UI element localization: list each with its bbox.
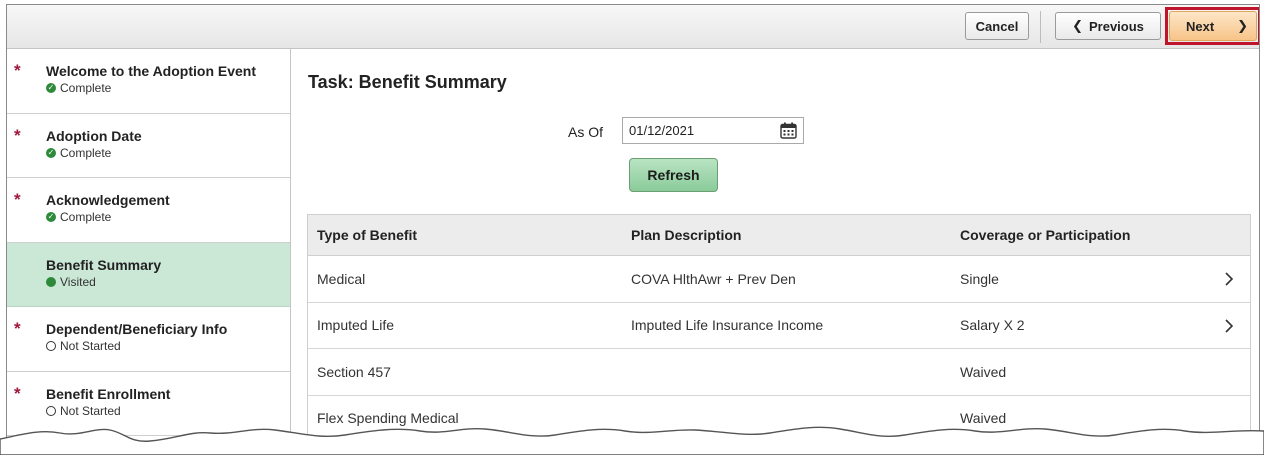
required-icon: *	[14, 61, 21, 80]
check-circle-icon: ✓	[46, 147, 56, 158]
step-status-label: Visited	[60, 274, 96, 289]
table-row[interactable]: Medical COVA HlthAwr + Prev Den Single	[308, 256, 1250, 303]
refresh-button[interactable]: Refresh	[629, 158, 718, 192]
top-toolbar: Cancel ❮ Previous Next ❯	[7, 5, 1259, 49]
application-window: Cancel ❮ Previous Next ❯ * Welcome to th…	[6, 4, 1260, 455]
activity-guide-sidebar: * Welcome to the Adoption Event ✓ Comple…	[7, 49, 291, 455]
step-title: Welcome to the Adoption Event	[46, 63, 257, 79]
step-title: Benefit Summary	[46, 256, 162, 273]
step-status: Visited	[46, 275, 282, 289]
step-status: Not Started	[46, 404, 282, 418]
as-of-date-value: 01/12/2021	[629, 123, 695, 138]
step-title: Benefit Enrollment	[46, 385, 171, 402]
check-circle-icon: ✓	[46, 83, 56, 93]
step-status: ✓ Complete	[46, 210, 282, 224]
step-status-label: Not Started	[60, 403, 121, 418]
table-row: Section 457 Waived	[308, 349, 1250, 396]
cell-plan: Imputed Life Insurance Income	[631, 317, 824, 334]
chevron-left-icon: ❮	[1072, 18, 1083, 33]
step-welcome[interactable]: * Welcome to the Adoption Event ✓ Comple…	[7, 49, 290, 114]
column-header-plan: Plan Description	[631, 227, 742, 243]
cell-type: Section 457	[317, 363, 391, 380]
as-of-label: As Of	[568, 124, 604, 140]
table-header: Type of Benefit Plan Description Coverag…	[308, 215, 1250, 256]
refresh-button-label: Refresh	[647, 167, 700, 183]
step-status-label: Complete	[60, 145, 112, 160]
cell-type: Imputed Life	[317, 317, 395, 334]
cell-coverage: Single	[960, 270, 999, 287]
chevron-right-icon[interactable]	[1224, 272, 1234, 286]
toolbar-divider	[1040, 11, 1041, 43]
step-benefit-summary[interactable]: Benefit Summary Visited	[7, 242, 290, 307]
empty-circle-icon	[46, 405, 56, 416]
column-header-coverage: Coverage or Participation	[960, 227, 1131, 243]
step-title: Adoption Date	[46, 127, 142, 144]
calendar-icon[interactable]	[780, 122, 797, 139]
previous-button[interactable]: ❮ Previous	[1055, 12, 1161, 40]
chevron-right-icon[interactable]	[1224, 318, 1234, 333]
cell-coverage: Salary X 2	[960, 317, 1025, 334]
step-adoption-date[interactable]: * Adoption Date ✓ Complete	[7, 114, 290, 178]
filled-circle-icon	[46, 276, 56, 287]
required-icon: *	[14, 319, 21, 338]
required-icon: *	[14, 190, 21, 209]
step-status: Not Started	[46, 339, 282, 353]
next-button-label: Next	[1186, 18, 1215, 34]
required-icon: *	[14, 383, 21, 403]
step-status-label: Not Started	[60, 339, 121, 353]
cell-type: Medical	[317, 270, 366, 287]
cancel-button[interactable]: Cancel	[965, 12, 1029, 40]
step-status: ✓ Complete	[46, 81, 282, 95]
main-content: Task: Benefit Summary As Of 01/12/2021 R…	[292, 49, 1259, 455]
step-title: Dependent/Beneficiary Info	[46, 321, 228, 337]
cancel-button-label: Cancel	[975, 18, 1019, 34]
next-button[interactable]: Next ❯	[1169, 11, 1257, 41]
step-title: Acknowledgement	[46, 192, 170, 208]
page-title: Task: Benefit Summary	[308, 72, 507, 92]
step-status-label: Complete	[60, 81, 112, 95]
torn-edge-decoration	[0, 426, 1264, 455]
required-icon: *	[14, 125, 21, 145]
column-header-type: Type of Benefit	[317, 227, 418, 243]
benefit-summary-table: Type of Benefit Plan Description Coverag…	[307, 214, 1251, 442]
table-row[interactable]: Imputed Life Imputed Life Insurance Inco…	[308, 303, 1250, 349]
previous-button-label: Previous	[1088, 18, 1144, 34]
step-dependent-beneficiary-info[interactable]: * Dependent/Beneficiary Info Not Started	[7, 307, 290, 372]
cell-plan: COVA HlthAwr + Prev Den	[631, 270, 796, 287]
step-status-label: Complete	[60, 210, 112, 224]
chevron-right-icon: ❯	[1237, 18, 1248, 33]
step-acknowledgement[interactable]: * Acknowledgement ✓ Complete	[7, 178, 290, 243]
check-circle-icon: ✓	[46, 212, 56, 222]
cell-coverage: Waived	[960, 363, 1007, 380]
empty-circle-icon	[46, 341, 56, 351]
step-status: ✓ Complete	[46, 146, 282, 160]
as-of-date-field[interactable]: 01/12/2021	[622, 117, 804, 144]
